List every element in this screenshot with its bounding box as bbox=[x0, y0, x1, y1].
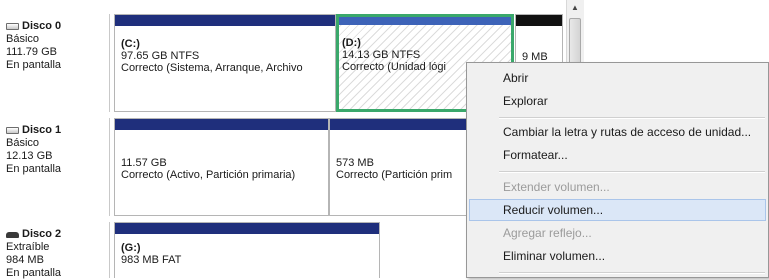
menu-item-add-mirror[interactable]: Agregar reflejo... bbox=[469, 222, 766, 244]
menu-separator bbox=[499, 117, 765, 119]
partition-bar bbox=[115, 119, 328, 130]
partition-bar bbox=[516, 15, 562, 26]
partition-label: (C:) bbox=[121, 38, 140, 50]
partition-disk1-primary[interactable]: 11.57 GB Correcto (Activo, Partición pri… bbox=[114, 118, 329, 216]
disk-0-info[interactable]: Disco 0 Básico 111.79 GB En pantalla bbox=[0, 14, 110, 112]
menu-item-extend-volume[interactable]: Extender volumen... bbox=[469, 176, 766, 198]
menu-item-shrink-volume[interactable]: Reducir volumen... bbox=[469, 199, 766, 221]
hard-disk-icon bbox=[6, 127, 19, 134]
scroll-up-arrow-icon[interactable]: ▲ bbox=[571, 3, 579, 12]
menu-item-explore[interactable]: Explorar bbox=[469, 90, 766, 112]
hard-disk-icon bbox=[6, 23, 19, 30]
disk-2-info[interactable]: Disco 2 Extraíble 984 MB En pantalla bbox=[0, 222, 110, 279]
menu-separator bbox=[499, 171, 765, 173]
scrollbar-thumb[interactable] bbox=[569, 18, 581, 66]
disk-name: Disco 1 bbox=[22, 124, 62, 136]
disk-name: Disco 2 bbox=[22, 228, 62, 240]
menu-separator bbox=[499, 272, 765, 274]
vertical-scrollbar[interactable]: ▲ bbox=[566, 0, 584, 70]
disk-type: Básico bbox=[6, 33, 40, 45]
disk-1-info[interactable]: Disco 1 Básico 12.13 GB En pantalla bbox=[0, 118, 110, 216]
partition-status: Correcto (Activo, Partición primaria) bbox=[121, 169, 296, 181]
partition-bar bbox=[115, 15, 335, 26]
partition-g[interactable]: (G:) 983 MB FAT bbox=[114, 222, 380, 278]
disk-status: En pantalla bbox=[6, 267, 62, 279]
removable-disk-icon bbox=[6, 231, 19, 238]
disk-type: Básico bbox=[6, 137, 40, 149]
partition-size: 11.57 GB bbox=[121, 157, 167, 169]
disk-status: En pantalla bbox=[6, 59, 62, 71]
partition-size: 97.65 GB NTFS bbox=[121, 50, 200, 62]
partition-status: Correcto (Sistema, Arranque, Archivo bbox=[121, 62, 303, 74]
disk-type: Extraíble bbox=[6, 241, 50, 253]
context-menu: Abrir Explorar Cambiar la letra y rutas … bbox=[466, 62, 769, 278]
menu-item-delete-volume[interactable]: Eliminar volumen... bbox=[469, 245, 766, 267]
partition-c[interactable]: (C:) 97.65 GB NTFS Correcto (Sistema, Ar… bbox=[114, 14, 336, 112]
disk-status: En pantalla bbox=[6, 163, 62, 175]
partition-label: (G:) bbox=[121, 242, 141, 254]
disk-size: 984 MB bbox=[6, 254, 44, 266]
disk-name: Disco 0 bbox=[22, 20, 62, 32]
disk-size: 12.13 GB bbox=[6, 150, 53, 162]
menu-item-format[interactable]: Formatear... bbox=[469, 144, 766, 166]
menu-item-open[interactable]: Abrir bbox=[469, 67, 766, 89]
partition-size: 983 MB FAT bbox=[121, 254, 182, 266]
menu-item-change-drive-letter[interactable]: Cambiar la letra y rutas de acceso de un… bbox=[469, 121, 766, 143]
disk-size: 111.79 GB bbox=[6, 46, 57, 58]
partition-bar bbox=[115, 223, 379, 234]
